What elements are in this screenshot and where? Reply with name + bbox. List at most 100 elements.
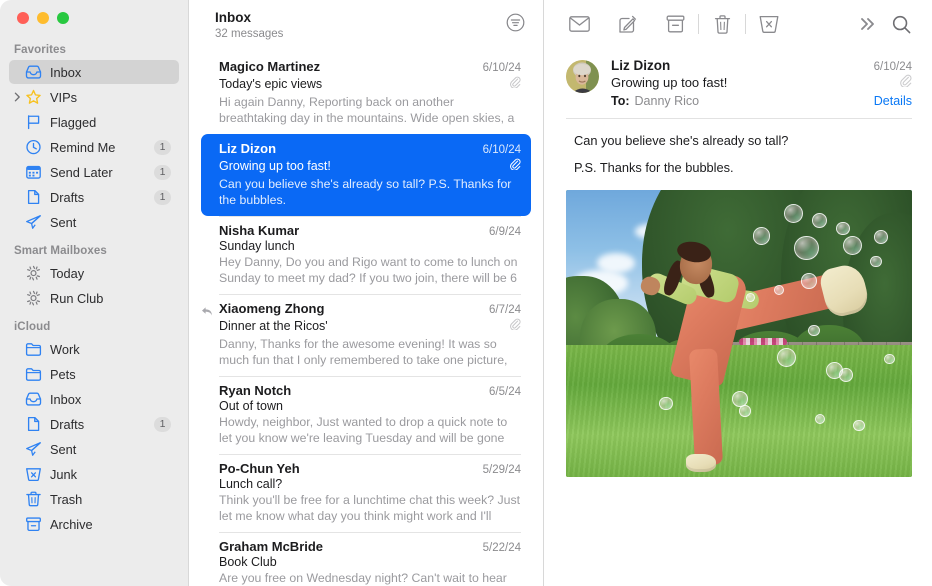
message-date: 6/7/24 (489, 304, 521, 316)
sidebar-item-label: Sent (50, 215, 179, 230)
gear-icon (25, 265, 42, 281)
sidebar-scroll-area[interactable]: FavoritesInboxVIPsFlaggedRemind Me1Send … (0, 0, 188, 536)
paperclip-icon (509, 75, 521, 93)
message-list-item[interactable]: Xiaomeng Zhong6/7/24Dinner at the Ricos'… (189, 294, 543, 376)
zoom-button[interactable] (57, 12, 69, 24)
sidebar-item-today[interactable]: Today (9, 261, 179, 285)
message-subject: Today's epic views (219, 77, 322, 91)
avatar (566, 60, 599, 93)
sidebar-item-label: VIPs (50, 90, 179, 105)
folder-icon (25, 366, 42, 382)
compose-icon[interactable] (610, 9, 644, 39)
sidebar-item-inbox[interactable]: Inbox (9, 387, 179, 411)
message-list-item[interactable]: Ryan Notch6/5/24Out of townHowdy, neighb… (189, 376, 543, 454)
message-list[interactable]: Magico Martinez6/10/24Today's epic views… (189, 52, 543, 586)
message-sender: Graham McBride (219, 539, 323, 554)
trash-icon (25, 491, 42, 507)
sidebar-item-label: Drafts (50, 190, 154, 205)
sidebar-item-trash[interactable]: Trash (9, 487, 179, 511)
message-sender: Xiaomeng Zhong (219, 301, 324, 316)
document-icon (25, 416, 42, 432)
sidebar-item-send-later[interactable]: Send Later1 (9, 160, 179, 184)
sidebar-item-run-club[interactable]: Run Club (9, 286, 179, 310)
sidebar-group-title: Favorites (0, 44, 188, 59)
girl-kicking-with-bubbles-photo (566, 190, 912, 477)
sidebar-item-junk[interactable]: Junk (9, 462, 179, 486)
message-recipients: To:Danny Rico (611, 94, 699, 108)
message-preview: Hi again Danny, Reporting back on anothe… (219, 95, 521, 126)
message-subject: Growing up too fast! (611, 75, 727, 90)
message-header: Liz Dizon 6/10/24 Growing up too fast! (544, 48, 932, 108)
archive-icon[interactable] (658, 9, 692, 39)
message-list-header: Inbox 32 messages (189, 0, 543, 52)
gear-icon (25, 290, 42, 306)
close-button[interactable] (17, 12, 29, 24)
replied-icon (201, 304, 213, 316)
sidebar-item-pets[interactable]: Pets (9, 362, 179, 386)
sidebar-group: iCloud Work PetsInboxDrafts1 Sent Junk Trash A… (0, 321, 188, 536)
junk-bin-icon (25, 466, 42, 482)
chevron-double-right-icon[interactable] (850, 9, 884, 39)
photo-subject (656, 242, 871, 466)
paperclip-icon (509, 157, 521, 175)
message-count: 32 messages (215, 27, 283, 42)
inbox-icon (25, 64, 42, 80)
message-body: Can you believe she's already so tall? P… (544, 119, 932, 186)
sidebar-item-work[interactable]: Work (9, 337, 179, 361)
message-subject: Sunday lunch (219, 239, 295, 253)
sidebar-item-sent[interactable]: Sent (9, 210, 179, 234)
details-link[interactable]: Details (874, 94, 912, 108)
sidebar-item-inbox[interactable]: Inbox (9, 60, 179, 84)
chevron-right-icon[interactable] (12, 92, 22, 102)
filter-icon[interactable] (503, 10, 527, 34)
minimize-button[interactable] (37, 12, 49, 24)
to-label: To: (611, 94, 630, 108)
message-subject: Out of town (219, 399, 283, 413)
sidebar-item-label: Sent (50, 442, 179, 457)
sidebar-item-label: Drafts (50, 417, 154, 432)
paperclip-icon[interactable] (899, 74, 912, 92)
message-preview: Can you believe she's already so tall? P… (219, 177, 521, 208)
message-list-item[interactable]: Liz Dizon6/10/24Growing up too fast!Can … (189, 134, 543, 216)
sidebar-item-sent[interactable]: Sent (9, 437, 179, 461)
reading-pane: Liz Dizon 6/10/24 Growing up too fast! (543, 0, 932, 586)
search-icon[interactable] (884, 9, 918, 39)
paper-plane-icon (25, 441, 42, 457)
sidebar-item-remind-me[interactable]: Remind Me1 (9, 135, 179, 159)
sidebar-item-drafts[interactable]: Drafts1 (9, 412, 179, 436)
message-list-item[interactable]: Nisha Kumar6/9/24Sunday lunchHey Danny, … (189, 216, 543, 294)
sidebar-item-label: Flagged (50, 115, 179, 130)
mark-unread-icon[interactable] (562, 9, 596, 39)
message-preview: Are you free on Wednesday night? Can't w… (219, 571, 521, 586)
message-preview: Howdy, neighbor, Just wanted to drop a q… (219, 415, 521, 446)
message-list-item[interactable]: Graham McBride5/22/24Book ClubAre you fr… (189, 532, 543, 586)
paperclip-icon (509, 317, 521, 335)
sidebar-item-drafts[interactable]: Drafts1 (9, 185, 179, 209)
attachment-image[interactable] (566, 190, 912, 477)
toolbar-divider (745, 14, 746, 34)
unread-badge: 1 (154, 190, 171, 205)
sidebar-item-label: Work (50, 342, 179, 357)
trash-icon[interactable] (705, 9, 739, 39)
message-list-item[interactable]: Po-Chun Yeh5/29/24Lunch call?Think you'l… (189, 454, 543, 532)
window-traffic-lights (17, 12, 69, 24)
sidebar-item-archive[interactable]: Archive (9, 512, 179, 536)
sidebar: FavoritesInboxVIPsFlaggedRemind Me1Send … (0, 0, 188, 586)
body-paragraph: P.S. Thanks for the bubbles. (574, 159, 910, 176)
message-date: 6/5/24 (489, 386, 521, 398)
reader-empty-space (544, 477, 932, 586)
page-title: Inbox (215, 10, 283, 26)
unread-badge: 1 (154, 140, 171, 155)
message-preview: Hey Danny, Do you and Rigo want to come … (219, 255, 521, 286)
sidebar-item-vips[interactable]: VIPs (9, 85, 179, 109)
message-sender: Po-Chun Yeh (219, 461, 300, 476)
sidebar-item-flagged[interactable]: Flagged (9, 110, 179, 134)
junk-icon[interactable] (752, 9, 786, 39)
sidebar-item-label: Trash (50, 492, 179, 507)
sidebar-item-label: Run Club (50, 291, 179, 306)
sidebar-group-title: iCloud (0, 321, 188, 336)
message-list-item[interactable]: Magico Martinez6/10/24Today's epic views… (189, 52, 543, 134)
message-date: 6/10/24 (483, 62, 521, 74)
star-icon (25, 89, 42, 105)
document-icon (25, 189, 42, 205)
